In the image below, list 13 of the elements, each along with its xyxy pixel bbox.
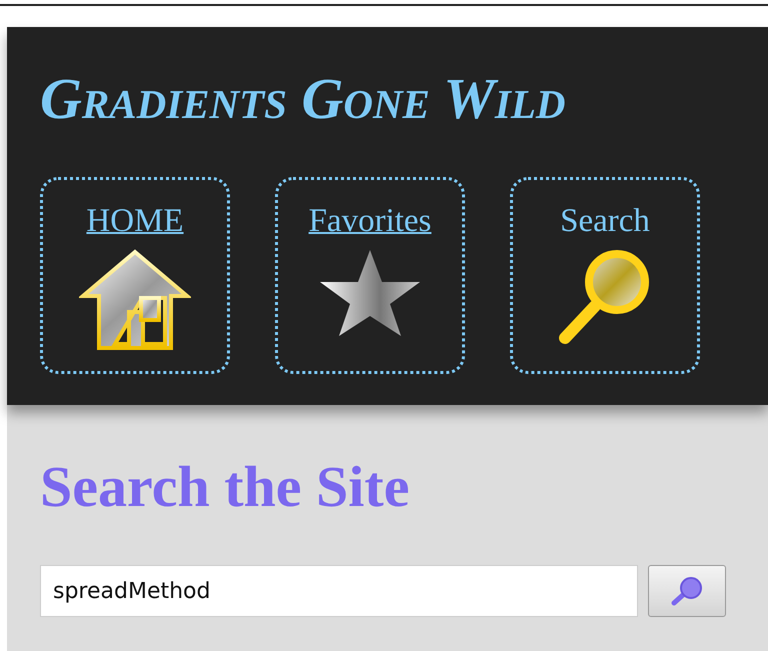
nav-label: HOME (86, 202, 184, 240)
house-icon (79, 248, 191, 352)
page-heading: Search the Site (40, 455, 410, 519)
nav-card[interactable]: Search (510, 177, 700, 374)
site-title: Gradients Gone Wild (40, 67, 567, 131)
nav-card[interactable]: HOME (40, 177, 230, 374)
nav-label: Favorites (308, 202, 432, 240)
search-button[interactable] (648, 565, 726, 617)
nav-label: Search (560, 202, 650, 240)
star-icon (318, 248, 422, 338)
search-icon (670, 576, 704, 606)
search-field[interactable]: spreadMethod (40, 565, 638, 617)
nav-card[interactable]: Favorites (275, 177, 465, 374)
